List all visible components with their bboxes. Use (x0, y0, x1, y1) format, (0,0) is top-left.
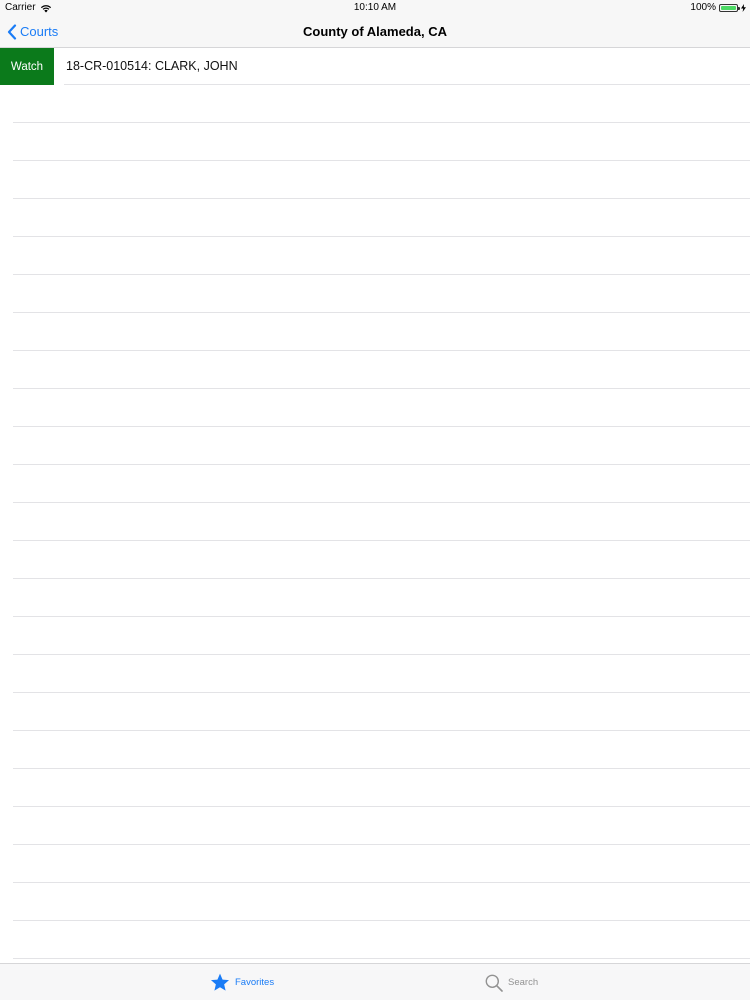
tab-search-label: Search (508, 977, 539, 988)
charging-bolt-icon (741, 4, 746, 12)
battery-fill (721, 6, 736, 10)
status-bar: Carrier 10:10 AM 100% (0, 0, 750, 16)
empty-row (13, 503, 750, 541)
empty-row (13, 237, 750, 275)
battery-icon (719, 4, 740, 12)
empty-rows (0, 85, 750, 963)
empty-row (13, 655, 750, 693)
battery-percent: 100% (690, 2, 716, 13)
empty-row (13, 313, 750, 351)
empty-row (13, 921, 750, 959)
case-label: 18-CR-010514: CLARK, JOHN (66, 59, 238, 73)
star-icon (210, 973, 230, 991)
empty-row (13, 807, 750, 845)
empty-row (13, 541, 750, 579)
empty-row (13, 579, 750, 617)
chevron-left-icon (7, 23, 17, 40)
empty-row (13, 85, 750, 123)
battery-cap (738, 7, 740, 10)
empty-row (13, 465, 750, 503)
search-icon (485, 974, 503, 992)
empty-row (13, 351, 750, 389)
tab-bar: Favorites Search (0, 963, 750, 1000)
empty-row (13, 845, 750, 883)
status-right: 100% (690, 0, 746, 16)
empty-row (13, 883, 750, 921)
tab-search[interactable]: Search (485, 964, 538, 1001)
empty-row (13, 123, 750, 161)
tab-favorites-label: Favorites (235, 977, 275, 988)
empty-row (13, 769, 750, 807)
back-button[interactable]: Courts (7, 16, 58, 47)
empty-row (13, 693, 750, 731)
page-title: County of Alameda, CA (303, 24, 447, 39)
navigation-bar: Courts County of Alameda, CA (0, 16, 750, 48)
empty-row (13, 731, 750, 769)
empty-row (13, 275, 750, 313)
empty-row (13, 389, 750, 427)
case-table: Watch 18-CR-010514: CLARK, JOHN (0, 48, 750, 963)
status-time: 10:10 AM (353, 2, 397, 13)
empty-row (13, 427, 750, 465)
empty-row (13, 199, 750, 237)
tab-favorites[interactable]: Favorites (210, 964, 274, 1001)
empty-row (13, 617, 750, 655)
table-row[interactable]: Watch 18-CR-010514: CLARK, JOHN (0, 48, 750, 85)
back-button-label: Courts (20, 24, 59, 39)
empty-row (13, 161, 750, 199)
watch-button[interactable]: Watch (0, 48, 54, 85)
